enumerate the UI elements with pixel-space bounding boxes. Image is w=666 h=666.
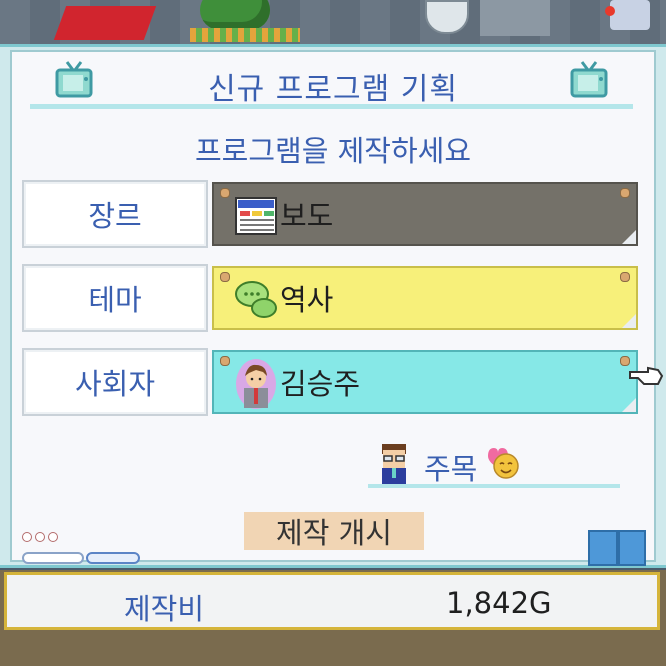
host-label: 사회자: [22, 348, 208, 416]
dialog-title: 신규 프로그램 기획: [208, 72, 458, 107]
theme-label: 테마: [22, 264, 208, 332]
game-scene-background: [0, 0, 666, 48]
attention-underline: [368, 484, 620, 488]
status-dot: [48, 532, 58, 542]
flower-bed: [190, 28, 300, 42]
heart-smiley-icon: [488, 448, 519, 479]
pin-icon: [220, 188, 230, 198]
pin-icon: [620, 272, 630, 282]
red-awning: [53, 6, 157, 40]
host-sprite: [382, 444, 406, 484]
host-selector[interactable]: 김승주: [212, 350, 638, 414]
dialog-subtitle: 프로그램을 제작하세요: [194, 134, 472, 168]
genre-label: 장르: [22, 180, 208, 248]
cost-bar: [4, 572, 660, 630]
robot-sprite: [610, 0, 650, 30]
start-production-button[interactable]: 제작 개시: [244, 512, 424, 550]
production-cost-value: 1,842G: [446, 586, 552, 620]
tree-sprite: [200, 0, 270, 30]
pen-decoration: [22, 552, 84, 564]
host-value: 김승주: [280, 367, 361, 401]
page-curl: [622, 314, 636, 328]
attention-label: 주목: [424, 452, 478, 486]
title-divider: [30, 104, 633, 109]
building-sprite: [480, 0, 550, 36]
host-portrait-icon: [236, 359, 276, 409]
genre-selector[interactable]: 보도: [212, 182, 638, 246]
marker-decoration: [86, 552, 140, 564]
book-icon[interactable]: [588, 530, 646, 566]
pin-icon: [220, 356, 230, 366]
pin-icon: [220, 272, 230, 282]
newspaper-icon: [235, 197, 277, 235]
status-dots: [22, 532, 58, 542]
pin-icon: [620, 188, 630, 198]
page-curl: [622, 230, 636, 244]
genre-value: 보도: [280, 199, 334, 233]
page-curl: [622, 398, 636, 412]
theme-value: 역사: [280, 283, 334, 317]
production-cost-label: 제작비: [124, 592, 205, 626]
status-dot: [35, 532, 45, 542]
theme-selector[interactable]: 역사: [212, 266, 638, 330]
speech-bubbles-icon: [235, 281, 277, 318]
status-dot: [22, 532, 32, 542]
red-light-icon: [605, 6, 615, 16]
pointer-hand-icon: [629, 366, 664, 385]
